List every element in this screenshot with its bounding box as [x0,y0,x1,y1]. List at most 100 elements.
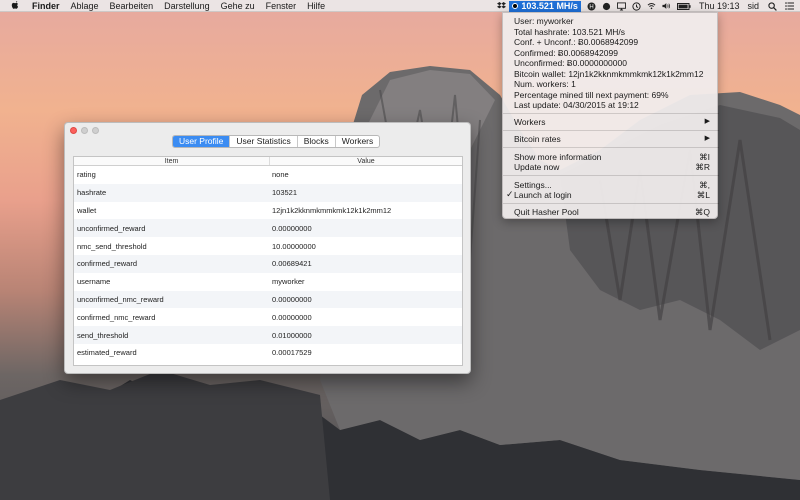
checkmark-icon: ✓ [506,189,514,199]
menu-extras: 103.521 MH/s H Thu 19:13 sid [491,0,794,12]
cell-value: 0.00000000 [272,312,312,322]
table-body: rating none hashrate 103521 wallet 12jn1k2kkn… [74,166,462,362]
tab-workers[interactable]: Workers [336,136,379,147]
close-window-button[interactable] [70,127,77,134]
launch-at-login-shortcut: ⌘L [696,190,710,200]
wifi-icon[interactable] [647,2,656,11]
menu-separator [503,113,719,114]
battery-icon[interactable] [676,2,691,11]
info-percentage-mined: Percentage mined till next payment: 69% [514,89,669,100]
settings-label: Settings... [514,180,552,190]
tab-bar: User Profile User Statistics Blocks Work… [172,135,381,148]
cell-item: unconfirmed_nmc_reward [77,294,164,304]
cell-item: confirmed_reward [77,259,138,269]
info-confirmed: Confirmed: Ƀ0.0068942099 [514,47,618,58]
table-row[interactable]: nmc_send_threshold 10.00000000 [74,237,462,255]
settings-shortcut: ⌘, [699,180,710,190]
quit-label: Quit Hasher Pool [514,207,579,217]
fast-user-switch[interactable]: sid [747,1,759,11]
menu-item-show-more[interactable]: Show more information ⌘I [514,152,710,162]
tab-blocks[interactable]: Blocks [298,136,336,147]
menu-item-bitcoin-rates[interactable]: Bitcoin rates ▶ [514,134,710,144]
svg-text:H: H [589,4,593,10]
profile-table: Item Value rating none hashrate 103521 walle… [73,156,463,366]
tab-user-statistics[interactable]: User Statistics [230,136,298,147]
info-total-hashrate: Total hashrate: 103.521 MH/s [514,26,626,37]
bitcoin-rates-label: Bitcoin rates [514,134,561,144]
hasher-pool-icon [512,3,519,9]
column-header-value[interactable]: Value [270,157,462,165]
cell-item: username [77,277,111,287]
info-conf-unconf: Conf. + Unconf.: Ƀ0.0068942099 [514,37,639,47]
info-unconfirmed: Unconfirmed: Ƀ0.0000000000 [514,58,627,68]
menu-ablage[interactable]: Ablage [71,1,99,11]
table-header: Item Value [74,157,462,166]
dropbox-icon[interactable] [497,2,507,11]
minimize-window-button[interactable] [81,127,88,134]
airplay-icon[interactable] [616,1,626,11]
cell-item: hashrate [77,188,107,198]
menu-separator [503,130,719,131]
menu-hilfe[interactable]: Hilfe [307,1,325,11]
record-icon[interactable] [602,2,611,11]
menu-separator [503,203,719,204]
table-row[interactable]: username myworker [74,273,462,291]
table-row[interactable]: rating none [74,166,462,184]
cell-value: none [272,170,289,180]
menu-bearbeiten[interactable]: Bearbeiten [110,1,154,11]
submenu-arrow-icon: ▶ [704,135,710,142]
menu-darstellung[interactable]: Darstellung [164,1,210,11]
menu-item-quit[interactable]: Quit Hasher Pool ⌘Q [514,207,710,217]
show-more-shortcut: ⌘I [699,152,710,162]
apple-icon[interactable] [10,1,20,11]
workers-label: Workers [514,117,546,127]
hasher-pool-window: User Profile User Statistics Blocks Work… [64,122,471,374]
menu-item-update-now[interactable]: Update now ⌘R [514,162,710,172]
table-row[interactable]: unconfirmed_reward 0.00000000 [74,219,462,238]
hashrate-label: 103.521 MH/s [521,0,578,11]
info-bitcoin-wallet: Bitcoin wallet: 12jn1k2kknmkmmkmk12k1k2m… [514,68,704,79]
table-row[interactable]: send_threshold 0.01000000 [74,326,462,344]
zoom-window-button[interactable] [92,127,99,134]
table-row[interactable]: confirmed_reward 0.00689421 [74,254,462,273]
menu-separator [503,147,719,148]
notification-center-icon[interactable] [785,2,794,11]
menu-app-name[interactable]: Finder [32,1,60,11]
table-row[interactable]: wallet 12jn1k2kknmkmmkmk12k1k2mm12 [74,202,462,220]
launch-at-login-label: Launch at login [514,190,572,200]
cell-value: 10.00000000 [272,241,316,251]
menu-gehe-zu[interactable]: Gehe zu [221,1,255,11]
cell-value: 0.00000000 [272,223,312,233]
volume-icon[interactable] [662,2,671,11]
menu-item-settings[interactable]: Settings... ⌘, [514,180,710,190]
table-row[interactable]: unconfirmed_nmc_reward 0.00000000 [74,290,462,309]
hasher-pool-status-item[interactable]: 103.521 MH/s [509,0,581,12]
table-row[interactable]: estimated_reward 0.00017529 [74,344,462,362]
table-row[interactable]: confirmed_nmc_reward 0.00000000 [74,308,462,326]
update-now-label: Update now [514,162,560,172]
spotlight-icon[interactable] [768,1,777,11]
column-header-item[interactable]: Item [74,157,270,165]
cell-value: 0.00000000 [272,294,312,304]
quit-shortcut: ⌘Q [694,207,710,217]
cell-item: rating [77,170,96,180]
menu-fenster[interactable]: Fenster [266,1,297,11]
cell-value: 0.00017529 [272,348,312,358]
reader-icon[interactable]: H [587,2,596,11]
menu-item-workers[interactable]: Workers ▶ [514,117,710,127]
cell-value: myworker [272,277,305,287]
table-row[interactable]: hashrate 103521 [74,183,462,202]
update-now-shortcut: ⌘R [695,162,710,172]
cell-item: confirmed_nmc_reward [77,312,156,322]
hasher-pool-menu: User: myworker Total hashrate: 103.521 M… [502,12,719,219]
cell-value: 0.01000000 [272,330,312,340]
tab-user-profile[interactable]: User Profile [173,136,231,147]
time-machine-icon[interactable] [632,1,641,11]
menu-clock[interactable]: Thu 19:13 [699,1,740,11]
cell-item: estimated_reward [77,348,137,358]
menu-separator [503,175,719,176]
menu-item-launch-at-login[interactable]: Launch at login ⌘L [514,190,710,200]
info-num-workers: Num. workers: 1 [514,79,576,89]
show-more-label: Show more information [514,152,602,162]
cell-item: send_threshold [77,330,129,340]
